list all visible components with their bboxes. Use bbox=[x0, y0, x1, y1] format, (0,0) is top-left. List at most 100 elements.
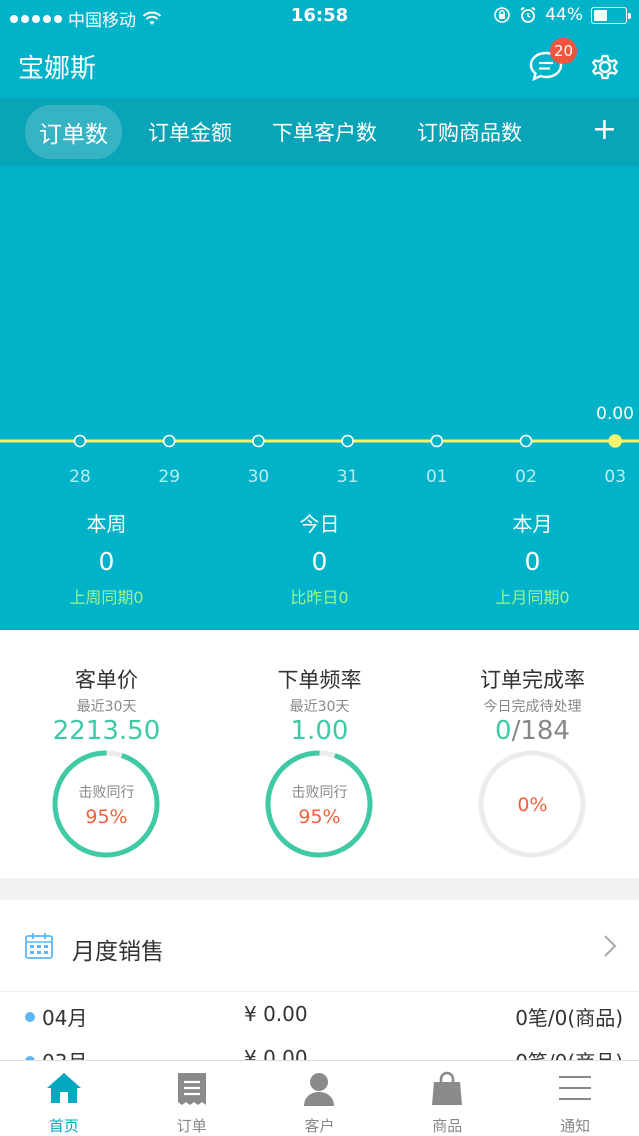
receipt-icon bbox=[177, 1073, 206, 1105]
ring-label: 击败同行 bbox=[78, 785, 135, 801]
kpi-title: 下单频率 bbox=[277, 668, 362, 692]
nav-label: 客户 bbox=[304, 1117, 335, 1135]
metric-tabs: 订单数 订单金额 下单客户数 订购商品数 + bbox=[0, 98, 639, 166]
rotation-lock-icon bbox=[494, 7, 511, 23]
kpi-avg-order-value[interactable]: 客单价 最近30天 2213.50 击败同行 95% bbox=[0, 630, 213, 878]
x-tick-label: 03 bbox=[604, 467, 626, 487]
total-count: /184 bbox=[511, 716, 570, 746]
kpi-title: 订单完成率 bbox=[480, 668, 585, 692]
stat-title: 本周 bbox=[86, 512, 127, 536]
kpi-value: 0/184 bbox=[426, 716, 639, 746]
settings-gear-icon[interactable] bbox=[588, 50, 622, 84]
progress-ring bbox=[52, 750, 160, 858]
ring-percent: 95% bbox=[298, 806, 341, 828]
order-trend-chart: 28 29 30 31 01 02 03 0.00 bbox=[0, 166, 639, 496]
ring-progress-arc bbox=[52, 750, 160, 858]
ring-label: 击败同行 bbox=[291, 785, 348, 801]
ring-percent: 95% bbox=[85, 806, 128, 828]
nav-notifications[interactable]: 通知 bbox=[511, 1061, 639, 1136]
data-value-label: 0.00 bbox=[596, 404, 634, 424]
kpi-subtitle: 最近30天 bbox=[76, 699, 137, 715]
period-stats: 本周 0 上周同期0 今日 0 比昨日0 本月 0 上月同期0 bbox=[0, 508, 639, 608]
stat-this-month[interactable]: 本月 0 上月同期0 bbox=[426, 508, 639, 608]
x-tick-label: 02 bbox=[515, 467, 537, 487]
tab-order-count[interactable]: 订单数 bbox=[25, 105, 122, 159]
battery-icon bbox=[591, 6, 631, 24]
chart-point[interactable] bbox=[341, 434, 354, 448]
stat-value: 0 bbox=[98, 547, 115, 576]
x-tick-label: 28 bbox=[69, 467, 91, 487]
kpi-order-completion-rate[interactable]: 订单完成率 今日完成待处理 0/184 0% bbox=[426, 630, 639, 878]
home-icon bbox=[46, 1073, 81, 1103]
nav-label: 商品 bbox=[432, 1117, 463, 1135]
bottom-tab-bar: 首页 订单 客户 商品 通知 bbox=[0, 1060, 639, 1136]
add-tab-button[interactable]: + bbox=[592, 112, 617, 147]
chevron-right-icon[interactable] bbox=[603, 934, 617, 958]
kpi-title: 客单价 bbox=[75, 668, 138, 692]
monthly-sales-header[interactable]: 月度销售 bbox=[0, 900, 639, 992]
nav-label: 订单 bbox=[176, 1117, 207, 1135]
ring-percent: 0% bbox=[517, 794, 548, 816]
status-bar: 中国移动 16:58 44% bbox=[0, 0, 639, 34]
x-tick-label: 01 bbox=[426, 467, 448, 487]
stat-this-week[interactable]: 本周 0 上周同期0 bbox=[0, 508, 213, 608]
calendar-icon bbox=[25, 933, 53, 959]
nav-products[interactable]: 商品 bbox=[383, 1061, 511, 1136]
chart-point[interactable] bbox=[608, 434, 623, 448]
monthly-sales-row[interactable]: 03月 ¥ 0.00 0笔/0(商品) bbox=[0, 1044, 639, 1060]
dashboard-top-panel: 中国移动 16:58 44% 宝娜斯 20 订单数 订单金额 下单客户数 订购商… bbox=[0, 0, 639, 630]
tab-ordered-products[interactable]: 订购商品数 bbox=[403, 107, 536, 157]
kpi-subtitle: 最近30天 bbox=[289, 699, 350, 715]
month-amount: ¥ 0.00 bbox=[244, 1002, 308, 1026]
stat-today[interactable]: 今日 0 比昨日0 bbox=[213, 508, 426, 608]
message-count-badge: 20 bbox=[550, 38, 578, 64]
kpi-order-frequency[interactable]: 下单频率 最近30天 1.00 击败同行 95% bbox=[213, 630, 426, 878]
chart-point[interactable] bbox=[73, 434, 87, 448]
person-icon bbox=[304, 1073, 335, 1106]
x-tick-label: 29 bbox=[158, 467, 180, 487]
month-label: 03月 bbox=[42, 1046, 87, 1060]
bullet-dot bbox=[25, 1012, 35, 1022]
stat-title: 本月 bbox=[512, 512, 553, 536]
tab-order-amount[interactable]: 订单金额 bbox=[134, 107, 246, 157]
store-title: 宝娜斯 bbox=[18, 54, 97, 84]
menu-lines-icon bbox=[559, 1076, 592, 1100]
chart-point[interactable] bbox=[519, 434, 533, 448]
stat-title: 今日 bbox=[299, 512, 340, 536]
kpi-value: 1.00 bbox=[290, 716, 349, 746]
progress-ring bbox=[265, 750, 373, 858]
line-chart-svg: 28 29 30 31 01 02 03 0.00 bbox=[0, 404, 639, 487]
stat-compare: 上周同期0 bbox=[69, 588, 144, 607]
battery-percent: 44% bbox=[545, 5, 583, 25]
alarm-icon bbox=[520, 6, 536, 23]
month-count: 0笔/0(商品) bbox=[515, 1046, 623, 1060]
stat-value: 0 bbox=[311, 547, 328, 576]
kpi-section: 客单价 最近30天 2213.50 击败同行 95% 下单频率 最近30天 1.… bbox=[0, 630, 639, 878]
status-right: 44% bbox=[493, 5, 631, 25]
chart-point[interactable] bbox=[430, 434, 444, 448]
monthly-sales-row[interactable]: 04月 ¥ 0.00 0笔/0(商品) bbox=[0, 1000, 639, 1040]
month-label: 04月 bbox=[42, 1006, 88, 1030]
nav-orders[interactable]: 订单 bbox=[128, 1061, 256, 1136]
monthly-sales-title: 月度销售 bbox=[72, 939, 164, 965]
ring-progress-arc bbox=[265, 750, 373, 858]
chart-point[interactable] bbox=[162, 434, 176, 448]
month-amount: ¥ 0.00 bbox=[244, 1046, 308, 1060]
stat-compare: 上月同期0 bbox=[495, 588, 570, 607]
nav-home[interactable]: 首页 bbox=[0, 1061, 128, 1136]
stat-compare: 比昨日0 bbox=[290, 588, 349, 607]
x-tick-label: 31 bbox=[337, 467, 359, 487]
chart-point[interactable] bbox=[252, 434, 265, 448]
tab-ordering-customers[interactable]: 下单客户数 bbox=[258, 107, 391, 157]
kpi-subtitle: 今日完成待处理 bbox=[483, 699, 582, 715]
battery-fill bbox=[594, 9, 607, 21]
nav-customers[interactable]: 客户 bbox=[256, 1061, 384, 1136]
month-count: 0笔/0(商品) bbox=[515, 1006, 623, 1030]
x-tick-label: 30 bbox=[248, 467, 270, 487]
shopping-bag-icon bbox=[432, 1071, 463, 1105]
app-header: 宝娜斯 20 bbox=[0, 34, 639, 98]
kpi-value: 2213.50 bbox=[52, 716, 161, 746]
monthly-sales-card: 月度销售 04月 ¥ 0.00 0笔/0(商品) 03月 ¥ 0.00 0笔/0… bbox=[0, 900, 639, 1060]
nav-label: 首页 bbox=[48, 1117, 79, 1135]
nav-label: 通知 bbox=[560, 1117, 591, 1135]
